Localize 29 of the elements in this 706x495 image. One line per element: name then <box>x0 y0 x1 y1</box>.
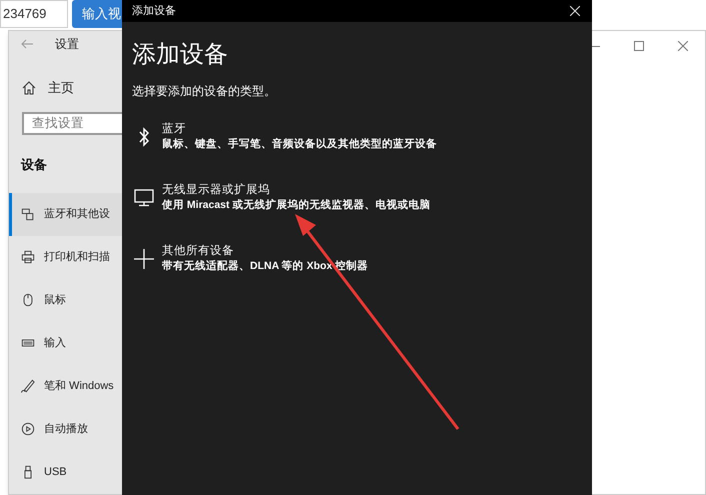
device-type-option[interactable]: 蓝牙 鼠标、键盘、手写笔、音频设备以及其他类型的蓝牙设备 <box>132 122 582 152</box>
search-field[interactable]: 查找设置 <box>22 112 123 136</box>
nav-item[interactable]: 笔和 Windows <box>9 364 123 408</box>
section-heading: 设备 <box>21 156 48 174</box>
close-icon[interactable] <box>570 6 580 16</box>
back-arrow-icon[interactable] <box>21 39 33 50</box>
printer-icon <box>21 250 35 264</box>
dialog-title: 添加设备 <box>132 4 176 19</box>
window-title: 设置 <box>55 36 79 54</box>
nav-item[interactable]: 鼠标 <box>9 278 123 322</box>
monitor-icon <box>134 189 154 207</box>
mouse-icon <box>21 293 35 308</box>
nav-item[interactable]: 蓝牙和其他设 <box>9 192 123 236</box>
plus-icon <box>134 249 154 269</box>
nav-item[interactable]: 打印机和扫描 <box>9 236 123 279</box>
nav-item[interactable]: USB <box>9 450 123 494</box>
autoplay-icon <box>21 422 35 436</box>
nav-item[interactable]: 自动播放 <box>9 408 123 451</box>
bluetooth-icon <box>137 127 151 147</box>
close-icon <box>678 41 688 51</box>
dialog-subtitle: 选择要添加的设备的类型。 <box>132 83 277 100</box>
nav-item[interactable]: 输入 <box>9 322 123 365</box>
dialog-heading: 添加设备 <box>132 40 229 70</box>
pen-icon <box>21 379 35 394</box>
home-icon <box>22 80 36 95</box>
input-field[interactable]: 234769 <box>0 0 68 28</box>
device-type-option[interactable]: 无线显示器或扩展坞 使用 Miracast 或无线扩展坞的无线监视器、电视或电脑 <box>132 183 582 213</box>
maximize-icon <box>634 41 644 51</box>
home-item[interactable]: 主页 <box>9 78 123 98</box>
